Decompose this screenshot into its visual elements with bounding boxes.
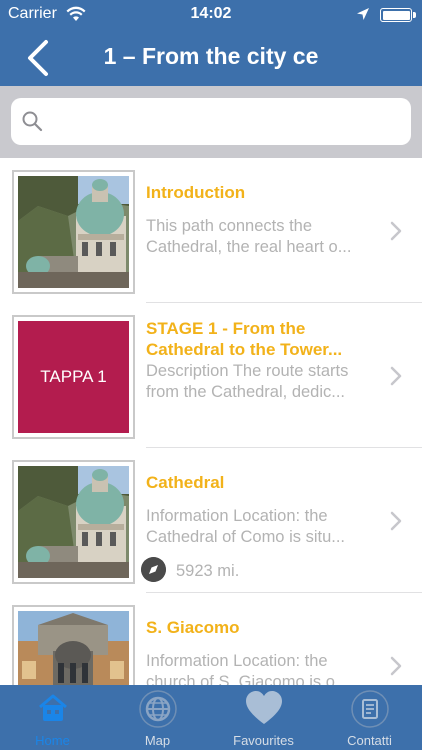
thumbnail [12,460,135,584]
tab-label: Map [144,733,171,748]
tab-favourites[interactable]: Favourites [211,685,316,750]
item-description-line: Description The route starts [146,362,349,380]
list-item-cathedral[interactable]: Cathedral Information Location: the Cath… [0,448,422,593]
contact-card-icon [350,690,389,728]
search-input[interactable] [53,98,403,145]
search-bar [0,86,422,158]
item-title: STAGE 1 - From the Cathedral to the Towe… [146,318,376,360]
item-description-line: Information Location: the [146,507,328,525]
back-button[interactable] [24,38,60,78]
item-title: Introduction [146,183,246,202]
tab-home[interactable]: Home [0,685,105,750]
item-description-line: Cathedral of Como is situ... [146,528,345,546]
tab-bar: Home Map Favourites Contatti [0,685,422,750]
item-description-line: This path connects the [146,217,313,235]
tab-label: Favourites [233,733,294,748]
cathedral-photo [18,466,129,578]
battery-icon [380,8,416,22]
tab-map[interactable]: Map [105,685,210,750]
item-description-line: Information Location: the [146,652,328,670]
list-item-s-giacomo[interactable]: S. Giacomo Information Location: the chu… [0,593,422,685]
tab-label: Home [35,733,70,748]
home-icon [38,694,67,721]
item-title-line: STAGE 1 - From the [146,319,306,338]
item-title: S. Giacomo [146,618,240,637]
item-description: Information Location: the church of S. G… [146,651,376,685]
item-description-line: Cathedral, the real heart o... [146,238,352,256]
item-description-line: from the Cathedral, dedic... [146,383,346,401]
chevron-right-icon [390,511,402,531]
cathedral-photo [18,176,129,288]
list-item-introduction[interactable]: Introduction This path connects the Cath… [0,158,422,303]
thumbnail [12,170,135,294]
stage-thumbnail-label: TAPPA 1 [18,321,129,433]
search-icon [22,111,43,132]
globe-icon [138,690,177,728]
item-description: Information Location: the Cathedral of C… [146,506,376,548]
item-title: Cathedral [146,473,225,492]
item-description-line: church of S. Giacomo is o... [146,673,349,685]
location-arrow-icon [356,7,370,26]
thumbnail: TAPPA 1 [12,315,135,439]
chevron-right-icon [390,221,402,241]
distance-label: 5923 mi. [176,562,240,580]
compass-icon [141,557,166,582]
page-title: 1 – From the city ce [103,43,319,69]
chevron-right-icon [390,366,402,386]
chevron-left-icon [28,40,48,76]
item-title-line: Cathedral to the Tower... [146,340,343,359]
search-field[interactable] [11,98,411,145]
thumbnail [12,605,135,685]
tab-label: Contatti [347,733,392,748]
item-description: Description The route starts from the Ca… [146,361,376,403]
navigation-bar: 1 – From the city ce [0,30,422,86]
item-description: This path connects the Cathedral, the re… [146,216,376,258]
church-photo [18,611,129,685]
path-list: Introduction This path connects the Cath… [0,158,422,685]
list-item-stage-1[interactable]: TAPPA 1 STAGE 1 - From the Cathedral to … [0,303,422,448]
chevron-right-icon [390,656,402,676]
heart-icon [245,691,282,724]
tab-contatti[interactable]: Contatti [317,685,422,750]
status-bar: Carrier 14:02 [0,0,422,30]
